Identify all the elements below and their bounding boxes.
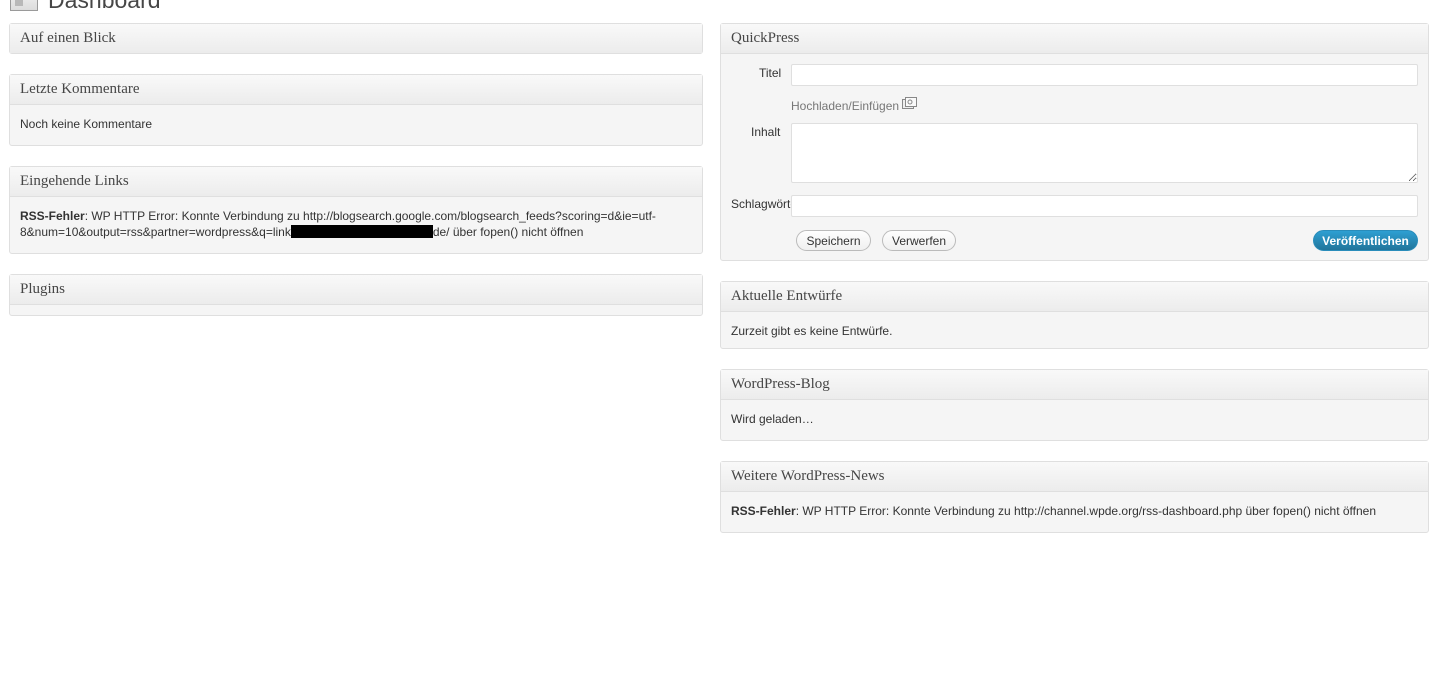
widget-title: QuickPress	[731, 30, 800, 46]
loading-text: Wird geladen…	[731, 412, 814, 426]
widget-quickpress: QuickPress Titel Hochladen/Einfügen Inha…	[720, 23, 1429, 261]
rss-error-text-end: de/ über fopen() nicht öffnen	[432, 225, 584, 239]
widget-wordpress-news: Weitere WordPress-News RSS-Fehler: WP HT…	[720, 461, 1429, 533]
widget-incoming-links-body: RSS-Fehler: WP HTTP Error: Konnte Verbin…	[10, 197, 702, 253]
widget-wordpress-news-body: RSS-Fehler: WP HTTP Error: Konnte Verbin…	[721, 492, 1428, 532]
redacted-block	[290, 225, 433, 238]
right-column: QuickPress Titel Hochladen/Einfügen Inha…	[720, 23, 1429, 553]
quickpress-form: Titel Hochladen/Einfügen Inhalt Schlagwö…	[721, 54, 1428, 260]
widget-title: Plugins	[20, 281, 66, 297]
widget-title: Letzte Kommentare	[20, 81, 140, 97]
upload-insert-link[interactable]: Hochladen/Einfügen	[791, 96, 918, 113]
no-drafts-text: Zurzeit gibt es keine Entwürfe.	[731, 324, 893, 338]
widget-title: Aktuelle Entwürfe	[731, 288, 843, 304]
content-label: Inhalt	[751, 125, 781, 139]
widget-title: Weitere WordPress-News	[731, 468, 885, 484]
widget-comments-header[interactable]: Letzte Kommentare	[10, 75, 702, 105]
publish-button[interactable]: Veröffentlichen	[1313, 230, 1418, 251]
widget-quickpress-header[interactable]: QuickPress	[721, 24, 1428, 54]
save-draft-button[interactable]: Speichern	[796, 230, 871, 251]
widget-wordpress-news-header[interactable]: Weitere WordPress-News	[721, 462, 1428, 492]
title-input[interactable]	[791, 64, 1418, 86]
save-draft-label: Speichern	[806, 233, 861, 248]
widget-plugins-body	[10, 305, 702, 315]
rss-error-label: RSS-Fehler	[20, 209, 85, 223]
publish-label: Veröffentlichen	[1322, 233, 1409, 248]
rss-error-text: : WP HTTP Error: Konnte Verbindung zu ht…	[795, 504, 1377, 518]
page-header: Dashboard	[10, 0, 161, 14]
rss-error-label: RSS-Fehler	[731, 504, 796, 518]
widget-wordpress-blog-header[interactable]: WordPress-Blog	[721, 370, 1428, 400]
discard-button[interactable]: Verwerfen	[882, 230, 956, 251]
widget-title: WordPress-Blog	[731, 376, 830, 392]
tags-input[interactable]	[791, 195, 1418, 217]
dashboard-icon	[10, 0, 38, 11]
widget-wordpress-blog-body: Wird geladen…	[721, 400, 1428, 440]
widget-glance: Auf einen Blick	[9, 23, 703, 54]
widget-incoming-links-header[interactable]: Eingehende Links	[10, 167, 702, 197]
title-label: Titel	[759, 66, 782, 80]
widget-plugins-header[interactable]: Plugins	[10, 275, 702, 305]
widget-drafts-body: Zurzeit gibt es keine Entwürfe.	[721, 312, 1428, 348]
left-column: Auf einen Blick Letzte Kommentare Noch k…	[9, 23, 703, 336]
widget-comments: Letzte Kommentare Noch keine Kommentare	[9, 74, 703, 146]
widget-comments-body: Noch keine Kommentare	[10, 105, 702, 145]
media-upload-icon[interactable]	[902, 96, 918, 110]
upload-insert-label: Hochladen/Einfügen	[791, 99, 900, 113]
widget-title: Auf einen Blick	[20, 30, 116, 46]
widget-drafts-header[interactable]: Aktuelle Entwürfe	[721, 282, 1428, 312]
no-comments-text: Noch keine Kommentare	[20, 117, 153, 131]
widget-wordpress-blog: WordPress-Blog Wird geladen…	[720, 369, 1429, 441]
widget-plugins: Plugins	[9, 274, 703, 316]
widget-title: Eingehende Links	[20, 173, 129, 189]
page-title: Dashboard	[48, 0, 161, 14]
widget-incoming-links: Eingehende Links RSS-Fehler: WP HTTP Err…	[9, 166, 703, 254]
widget-glance-header[interactable]: Auf einen Blick	[10, 24, 702, 53]
discard-label: Verwerfen	[891, 233, 947, 248]
widget-drafts: Aktuelle Entwürfe Zurzeit gibt es keine …	[720, 281, 1429, 349]
content-textarea[interactable]	[791, 123, 1418, 183]
